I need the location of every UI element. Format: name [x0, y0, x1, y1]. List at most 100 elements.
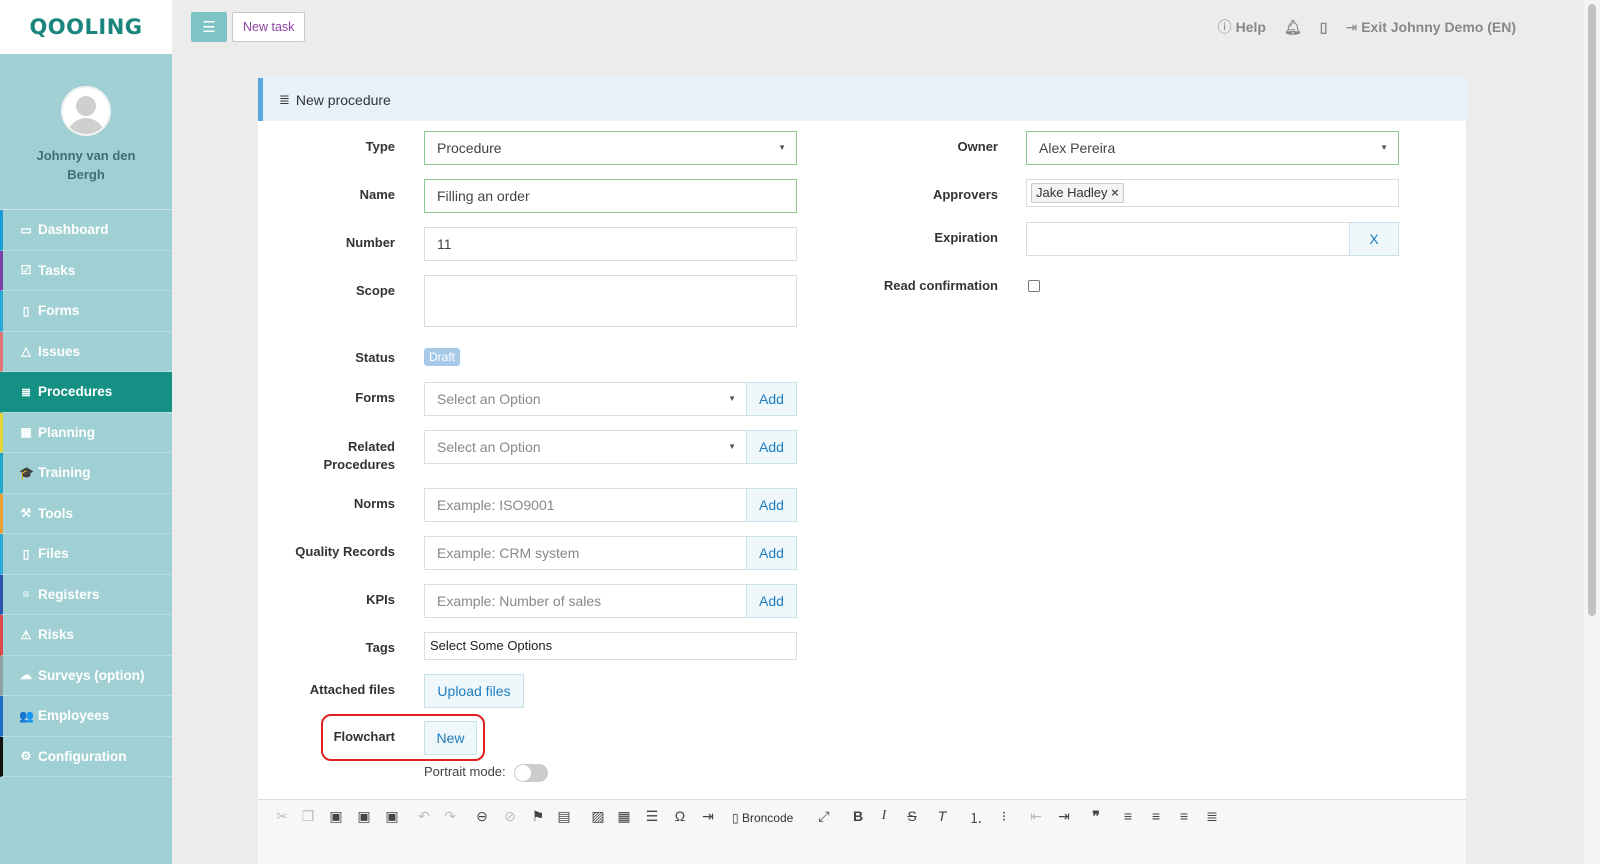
- users-icon: 👥: [19, 708, 34, 723]
- owner-select[interactable]: Alex Pereira ▼: [1026, 131, 1399, 165]
- upload-files-button[interactable]: Upload files: [424, 674, 524, 708]
- sidebar-item-surveys-option[interactable]: ☁ Surveys (option): [0, 655, 172, 696]
- question-circle-icon: ⓘ: [1217, 19, 1232, 35]
- paste-icon[interactable]: ▣: [326, 808, 346, 825]
- sidebar-item-label: Risks: [38, 627, 75, 643]
- avatar[interactable]: [61, 86, 111, 136]
- sidebar-item-label: Registers: [38, 586, 100, 602]
- sidebar-item-tools[interactable]: ⚒ Tools: [0, 493, 172, 534]
- check-square-icon: ☑: [20, 263, 32, 278]
- chevron-down-icon: ▼: [1380, 143, 1388, 152]
- redo-icon[interactable]: ↷: [440, 808, 460, 825]
- sidebar-item-label: Employees: [38, 708, 110, 724]
- hamburger-icon: ☰: [202, 19, 216, 36]
- maximize-icon[interactable]: ⤢: [814, 808, 834, 825]
- sidebar-item-planning[interactable]: ▦ Planning: [0, 412, 172, 453]
- undo-icon[interactable]: ↶: [414, 808, 434, 825]
- horizontal-line-icon[interactable]: ☰: [642, 808, 662, 825]
- flowchart-new-button[interactable]: New: [424, 721, 477, 755]
- image-icon[interactable]: ▨: [588, 808, 608, 825]
- forms-label: Forms: [355, 390, 395, 405]
- italic-icon[interactable]: I: [874, 808, 894, 824]
- quality-records-input[interactable]: Example: CRM system: [424, 536, 747, 570]
- sidebar-item-issues[interactable]: △ Issues: [0, 331, 172, 372]
- sidebar-item-employees[interactable]: 👥 Employees: [0, 696, 172, 737]
- scope-textarea[interactable]: [424, 275, 797, 327]
- related-add-button[interactable]: Add: [746, 430, 797, 464]
- sidebar-item-dashboard[interactable]: ▭ Dashboard: [0, 210, 172, 251]
- copy-icon[interactable]: ❐: [298, 808, 318, 825]
- source-icon: ▯: [732, 811, 739, 825]
- kpis-input[interactable]: Example: Number of sales: [424, 584, 747, 618]
- sidebar-item-forms[interactable]: ▯ Forms: [0, 291, 172, 332]
- tags-input[interactable]: Select Some Options: [424, 632, 797, 660]
- sidebar-item-procedures[interactable]: ≣ Procedures: [0, 372, 172, 413]
- norms-add-button[interactable]: Add: [746, 488, 797, 522]
- help-link[interactable]: ⓘ Help: [1218, 17, 1266, 37]
- expiration-clear-button[interactable]: X: [1349, 222, 1399, 256]
- sidebar-item-risks[interactable]: ⚠ Risks: [0, 615, 172, 656]
- number-input[interactable]: 11: [424, 227, 797, 261]
- align-justify-icon[interactable]: ≣: [1202, 808, 1222, 825]
- owner-label: Owner: [957, 139, 998, 154]
- graduation-cap-icon: 🎓: [19, 465, 34, 480]
- read-confirmation-checkbox[interactable]: [1028, 280, 1040, 292]
- sidebar-item-tasks[interactable]: ☑ Tasks: [0, 250, 172, 291]
- quality-add-button[interactable]: Add: [746, 536, 797, 570]
- table-icon[interactable]: ▦: [614, 808, 634, 825]
- indent-icon[interactable]: ⇥: [1054, 808, 1074, 825]
- owner-value: Alex Pereira: [1039, 140, 1116, 156]
- source-code-button[interactable]: ▯ Broncode: [732, 811, 793, 825]
- sidebar-item-training[interactable]: 🎓 Training: [0, 453, 172, 494]
- sidebar-nav: ▭ Dashboard ☑ Tasks ▯ Forms △ Issues ≣ Procedures…: [0, 210, 172, 777]
- status-label: Status: [355, 350, 395, 365]
- page-icon[interactable]: ▤: [554, 808, 574, 825]
- page-scrollbar[interactable]: [1584, 0, 1600, 864]
- numbered-list-icon[interactable]: ⒈: [966, 808, 986, 828]
- logo[interactable]: QOOLING: [0, 0, 172, 54]
- bulleted-list-icon[interactable]: ⁝: [994, 808, 1014, 825]
- norms-input[interactable]: Example: ISO9001: [424, 488, 747, 522]
- bold-icon[interactable]: B: [848, 808, 868, 824]
- remove-icon[interactable]: ×: [1111, 185, 1119, 200]
- paste-text-icon[interactable]: ▣: [354, 808, 374, 825]
- tablet-icon: ▯: [1319, 18, 1328, 35]
- unlink-icon[interactable]: ⊘: [500, 808, 520, 825]
- scrollbar-thumb[interactable]: [1588, 4, 1596, 616]
- align-left-icon[interactable]: ≡: [1118, 808, 1138, 824]
- forms-select[interactable]: Select an Option ▼: [424, 382, 747, 416]
- special-char-icon[interactable]: Ω: [670, 808, 690, 824]
- kpis-add-button[interactable]: Add: [746, 584, 797, 618]
- exit-link[interactable]: ⇥ Exit Johnny Demo (EN): [1345, 19, 1516, 36]
- remove-format-icon[interactable]: T: [932, 808, 952, 824]
- new-task-button[interactable]: New task: [232, 12, 306, 42]
- device-button[interactable]: ▯: [1320, 19, 1328, 36]
- sidebar-item-registers[interactable]: ≡ Registers: [0, 574, 172, 615]
- blockquote-icon[interactable]: ❞: [1086, 808, 1106, 825]
- link-icon[interactable]: ⊖: [472, 808, 492, 825]
- approver-name: Jake Hadley: [1036, 185, 1108, 200]
- sidebar-item-files[interactable]: ▯ Files: [0, 534, 172, 575]
- outdent-icon[interactable]: ⇤: [1026, 808, 1046, 825]
- indent-block-icon[interactable]: ⇥: [698, 808, 718, 825]
- menu-toggle-button[interactable]: ☰: [191, 12, 227, 42]
- forms-add-button[interactable]: Add: [746, 382, 797, 416]
- name-input[interactable]: Filling an order: [424, 179, 797, 213]
- bell-icon: 🔔︎: [1283, 18, 1302, 35]
- paste-word-icon[interactable]: ▣: [382, 808, 402, 825]
- related-procedures-select[interactable]: Select an Option ▼: [424, 430, 747, 464]
- type-select[interactable]: Procedure ▼: [424, 131, 797, 165]
- warning-icon: ⚠: [20, 627, 32, 642]
- strikethrough-icon[interactable]: S: [902, 808, 922, 824]
- sidebar-item-configuration[interactable]: ⚙ Configuration: [0, 736, 172, 777]
- portrait-mode-toggle[interactable]: [514, 764, 548, 782]
- align-center-icon[interactable]: ≡: [1146, 808, 1166, 824]
- sidebar-item-label: Surveys (option): [38, 667, 145, 683]
- related-label-line2: Procedures: [323, 457, 395, 472]
- anchor-flag-icon[interactable]: ⚑: [528, 808, 548, 825]
- notifications-button[interactable]: 🔔︎: [1284, 19, 1302, 36]
- expiration-input[interactable]: [1026, 222, 1350, 256]
- portrait-mode-label: Portrait mode:: [424, 764, 506, 779]
- cut-icon[interactable]: ✂: [272, 808, 292, 825]
- align-right-icon[interactable]: ≡: [1174, 808, 1194, 824]
